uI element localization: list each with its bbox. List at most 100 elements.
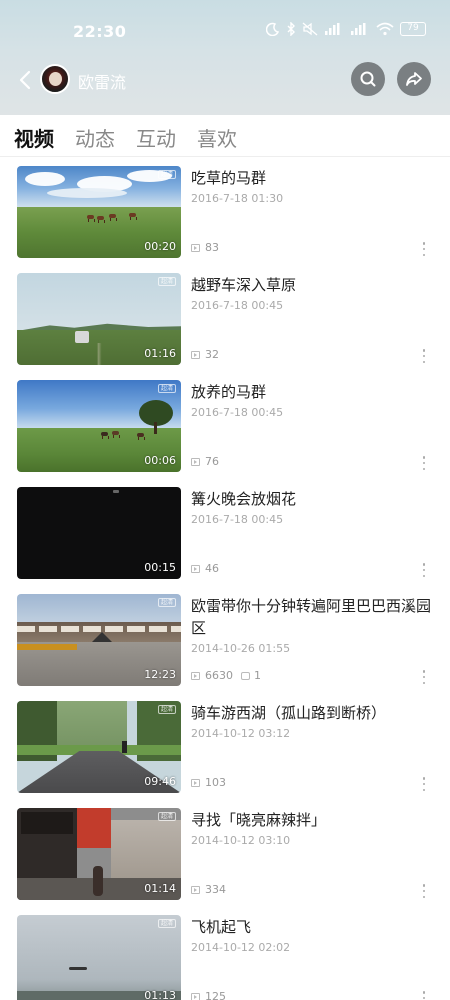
tab-activity[interactable]: 动态 xyxy=(75,123,115,152)
play-count-icon xyxy=(191,778,200,787)
video-row[interactable]: 超清 00:06 放养的马群 2016-7-18 00:45 76 xyxy=(0,372,450,479)
signal-2-icon xyxy=(351,23,366,35)
video-stats: 6630 1 xyxy=(191,669,261,682)
play-count: 32 xyxy=(205,348,219,361)
play-count: 83 xyxy=(205,241,219,254)
moon-icon xyxy=(266,22,280,36)
thumb-track xyxy=(85,343,115,365)
thumb-willows xyxy=(57,701,127,745)
video-thumbnail[interactable]: 超清 09:46 xyxy=(17,701,181,793)
thumb-red-sign xyxy=(77,808,111,848)
video-duration: 12:23 xyxy=(144,668,176,681)
signal-icon xyxy=(325,23,340,35)
thumb-shop-sign xyxy=(21,812,73,834)
more-options-button[interactable] xyxy=(421,670,427,684)
video-date: 2016-7-18 00:45 xyxy=(191,299,284,312)
thumb-building xyxy=(111,820,181,880)
video-thumbnail[interactable]: 超清 00:06 xyxy=(17,380,181,472)
app-root: 22:30 79 欧雷流 视频 动态 互动 喜欢 超清 00:20 吃草的马群 … xyxy=(0,0,450,1000)
tab-videos[interactable]: 视频 xyxy=(14,123,54,152)
video-title[interactable]: 放养的马群 xyxy=(191,381,431,403)
thumb-cloud xyxy=(47,188,127,198)
video-title[interactable]: 欧雷带你十分钟转遍阿里巴巴西溪园区 xyxy=(191,595,431,639)
play-count: 6630 xyxy=(205,669,233,682)
video-stats: 32 xyxy=(191,348,219,361)
play-count: 103 xyxy=(205,776,226,789)
more-options-button[interactable] xyxy=(421,349,427,363)
tab-interaction[interactable]: 互动 xyxy=(136,123,176,152)
hd-badge: 超清 xyxy=(157,598,176,607)
video-duration: 01:13 xyxy=(144,989,176,1000)
mute-icon xyxy=(302,22,318,36)
tab-likes[interactable]: 喜欢 xyxy=(197,123,237,152)
video-duration: 01:14 xyxy=(144,882,176,895)
more-options-button[interactable] xyxy=(421,242,427,256)
video-title[interactable]: 越野车深入草原 xyxy=(191,274,431,296)
more-options-button[interactable] xyxy=(421,563,427,577)
video-thumbnail[interactable]: 超清 00:20 xyxy=(17,166,181,258)
status-bar: 22:30 79 xyxy=(0,0,450,60)
thumb-horse xyxy=(101,432,109,439)
thumb-spark xyxy=(113,490,119,493)
thumb-horse xyxy=(87,215,95,222)
play-count-icon xyxy=(191,885,200,894)
more-options-button[interactable] xyxy=(421,991,427,1000)
back-arrow-icon xyxy=(19,70,31,90)
video-title[interactable]: 篝火晚会放烟花 xyxy=(191,488,431,510)
video-date: 2016-7-18 00:45 xyxy=(191,406,284,419)
thumb-bench xyxy=(17,644,77,650)
video-row[interactable]: 超清 01:13 飞机起飞 2014-10-12 02:02 125 xyxy=(0,907,450,1000)
thumb-horse xyxy=(137,433,145,440)
share-button[interactable] xyxy=(397,62,431,96)
video-title[interactable]: 吃草的马群 xyxy=(191,167,431,189)
video-stats: 76 xyxy=(191,455,219,468)
video-duration: 00:15 xyxy=(144,561,176,574)
play-count-icon xyxy=(191,350,200,359)
play-count: 125 xyxy=(205,990,226,1000)
video-title[interactable]: 骑车游西湖（孤山路到断桥） xyxy=(191,702,431,724)
video-thumbnail[interactable]: 超清 12:23 xyxy=(17,594,181,686)
video-row[interactable]: 超清 00:20 吃草的马群 2016-7-18 01:30 83 xyxy=(0,158,450,265)
channel-avatar[interactable] xyxy=(40,64,70,94)
video-title[interactable]: 飞机起飞 xyxy=(191,916,431,938)
battery-icon: 79 xyxy=(400,22,426,36)
more-options-button[interactable] xyxy=(421,884,427,898)
play-count: 46 xyxy=(205,562,219,575)
bluetooth-icon xyxy=(287,22,295,36)
back-button[interactable] xyxy=(14,66,36,94)
video-stats: 46 xyxy=(191,562,219,575)
video-title[interactable]: 寻找「晓亮麻辣拌」 xyxy=(191,809,431,831)
video-row[interactable]: 超清 01:16 越野车深入草原 2016-7-18 00:45 32 xyxy=(0,265,450,372)
play-count-icon xyxy=(191,992,200,1000)
video-row[interactable]: 超清 12:23 欧雷带你十分钟转遍阿里巴巴西溪园区 2014-10-26 01… xyxy=(0,586,450,693)
video-date: 2014-10-12 02:02 xyxy=(191,941,291,954)
video-stats: 83 xyxy=(191,241,219,254)
video-thumbnail[interactable]: 超清 01:16 xyxy=(17,273,181,365)
video-thumbnail[interactable]: 超清 01:14 xyxy=(17,808,181,900)
channel-name[interactable]: 欧雷流 xyxy=(78,69,126,93)
play-count: 76 xyxy=(205,455,219,468)
video-thumbnail[interactable]: 超清 01:13 xyxy=(17,915,181,1000)
video-row[interactable]: 超清 01:14 寻找「晓亮麻辣拌」 2014-10-12 03:10 334 xyxy=(0,800,450,907)
thumb-horse xyxy=(97,216,105,223)
video-date: 2014-10-12 03:10 xyxy=(191,834,291,847)
wifi-icon xyxy=(376,22,394,36)
thumb-horse xyxy=(109,214,117,221)
video-duration: 00:06 xyxy=(144,454,176,467)
hd-badge: 超清 xyxy=(157,705,176,714)
more-options-button[interactable] xyxy=(421,456,427,470)
video-row[interactable]: 超清 09:46 骑车游西湖（孤山路到断桥） 2014-10-12 03:12 … xyxy=(0,693,450,800)
play-count-icon xyxy=(191,243,200,252)
search-button[interactable] xyxy=(351,62,385,96)
video-stats: 103 xyxy=(191,776,226,789)
video-row[interactable]: 00:15 篝火晚会放烟花 2016-7-18 00:45 46 xyxy=(0,479,450,586)
video-date: 2014-10-26 01:55 xyxy=(191,642,291,655)
more-options-button[interactable] xyxy=(421,777,427,791)
video-thumbnail[interactable]: 00:15 xyxy=(17,487,181,579)
video-duration: 09:46 xyxy=(144,775,176,788)
thumb-vehicle xyxy=(75,331,89,343)
hd-badge: 超清 xyxy=(157,384,176,393)
share-icon xyxy=(406,72,422,86)
hd-badge: 超清 xyxy=(157,919,176,928)
search-icon xyxy=(360,71,376,87)
